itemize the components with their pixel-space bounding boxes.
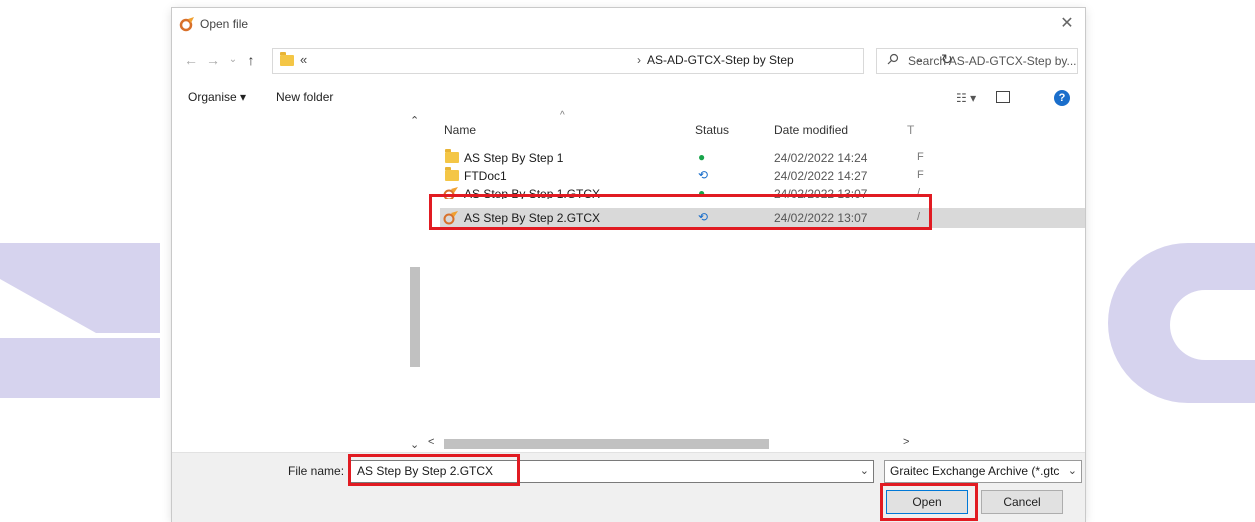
file-list: ^ Name Status Date modified T AS Step By… [422, 110, 1085, 452]
decor-shape-left-bottom [0, 338, 160, 398]
new-folder-button[interactable]: New folder [276, 90, 333, 104]
help-icon[interactable]: ? [1054, 90, 1070, 106]
search-input[interactable]: Search AS-AD-GTCX-Step by... [908, 54, 1077, 68]
column-name[interactable]: Name [444, 123, 476, 137]
file-type-value: Graitec Exchange Archive (*.gtc [890, 464, 1060, 478]
file-row[interactable]: AS Step By Step 1 ● 24/02/2022 14:24 F [440, 149, 1085, 167]
navigation-pane[interactable]: ⌃ ⌄ [172, 112, 422, 452]
title-bar: Open file ✕ [172, 8, 1085, 40]
scroll-left-icon[interactable]: < [428, 436, 434, 448]
toolbar: Organise ▾ New folder ☷ ▾ ? [172, 84, 1085, 112]
forward-arrow-icon[interactable]: → [204, 51, 222, 69]
address-bar[interactable]: « › AS-AD-GTCX-Step by Step ⌄ ↻ [272, 48, 953, 74]
column-date-modified[interactable]: Date modified [774, 123, 848, 137]
nav-scroll-thumb[interactable] [410, 267, 420, 367]
folder-icon [280, 52, 294, 66]
file-name-value: AS Step By Step 2.GTCX [357, 464, 494, 478]
file-row[interactable]: AS Step By Step 1.GTCX ● 24/02/2022 13:0… [440, 185, 1085, 199]
file-type: F [917, 151, 924, 163]
file-type-dropdown-icon[interactable]: ⌄ [1067, 464, 1077, 477]
dialog-footer: File name: AS Step By Step 2.GTCX ⌄ Grai… [172, 452, 1085, 522]
preview-pane-icon[interactable] [996, 91, 1010, 103]
file-type: F [917, 169, 924, 181]
scroll-up-icon[interactable]: ⌃ [410, 114, 419, 127]
decor-shape-left-top [0, 243, 160, 333]
file-name-field[interactable]: AS Step By Step 2.GTCX ⌄ [350, 460, 874, 483]
file-name: AS Step By Step 2.GTCX [464, 211, 601, 225]
file-name: AS Step By Step 1.GTCX [464, 187, 601, 199]
file-date: 24/02/2022 13:07 [774, 211, 868, 225]
up-folder-icon[interactable]: ↑ [242, 51, 260, 69]
file-date: 24/02/2022 13:07 [774, 187, 868, 199]
window-title: Open file [200, 17, 249, 31]
horizontal-scroll-thumb[interactable] [444, 439, 769, 449]
address-path[interactable]: › AS-AD-GTCX-Step by Step [637, 53, 794, 67]
path-separator-icon: › [637, 53, 641, 67]
back-arrow-icon[interactable]: ← [182, 51, 200, 69]
horizontal-scrollbar[interactable]: < > [422, 436, 1085, 452]
view-options-icon[interactable]: ☷ ▾ [956, 91, 976, 105]
gtcx-file-icon [443, 187, 458, 199]
address-row: ← → ⌄ ↑ « › AS-AD-GTCX-Step by Step ⌄ ↻ S… [172, 46, 1085, 76]
organise-button[interactable]: Organise ▾ [188, 90, 246, 104]
open-file-dialog: Open file ✕ ← → ⌄ ↑ « › AS-AD-GTCX-Step b… [172, 8, 1085, 522]
status-synced-icon: ● [698, 150, 706, 164]
nav-pane-scrollbar[interactable]: ⌃ ⌄ [408, 112, 422, 452]
file-row[interactable]: FTDoc1 ⟲ 24/02/2022 14:27 F [440, 167, 1085, 185]
file-row-selected[interactable]: AS Step By Step 2.GTCX ⟲ 24/02/2022 13:0… [440, 208, 1085, 228]
cancel-button[interactable]: Cancel [981, 490, 1063, 514]
status-sync-icon: ⟲ [698, 168, 709, 182]
column-type[interactable]: T [907, 123, 914, 137]
overflow-chevron-icon[interactable]: « [300, 52, 307, 67]
recent-locations-icon[interactable]: ⌄ [224, 51, 242, 69]
file-name: FTDoc1 [464, 169, 507, 183]
status-sync-icon: ⟲ [698, 210, 709, 224]
file-name-dropdown-icon[interactable]: ⌄ [860, 464, 869, 477]
address-path-text: AS-AD-GTCX-Step by Step [647, 53, 794, 67]
file-type: / [917, 187, 921, 199]
decor-shape-right-cutout [1170, 290, 1255, 360]
search-icon [887, 53, 899, 65]
file-date: 24/02/2022 14:27 [774, 169, 868, 183]
search-box[interactable]: Search AS-AD-GTCX-Step by... [876, 48, 1078, 74]
status-synced-icon: ● [698, 186, 706, 199]
file-type: / [917, 211, 921, 223]
folder-icon [445, 167, 459, 181]
close-icon[interactable]: ✕ [1057, 14, 1077, 34]
scroll-right-icon[interactable]: > [903, 436, 909, 448]
sort-ascending-icon: ^ [560, 110, 565, 121]
graitec-app-icon [179, 17, 194, 32]
file-name: AS Step By Step 1 [464, 151, 564, 165]
file-date: 24/02/2022 14:24 [774, 151, 868, 165]
column-headers: ^ Name Status Date modified T [422, 110, 1085, 142]
column-status[interactable]: Status [695, 123, 729, 137]
file-type-select[interactable]: Graitec Exchange Archive (*.gtc ⌄ [884, 460, 1082, 483]
scroll-down-icon[interactable]: ⌄ [410, 438, 419, 451]
gtcx-file-icon [443, 211, 458, 225]
folder-icon [445, 149, 459, 163]
open-button[interactable]: Open [886, 490, 968, 514]
file-name-label: File name: [288, 464, 345, 478]
